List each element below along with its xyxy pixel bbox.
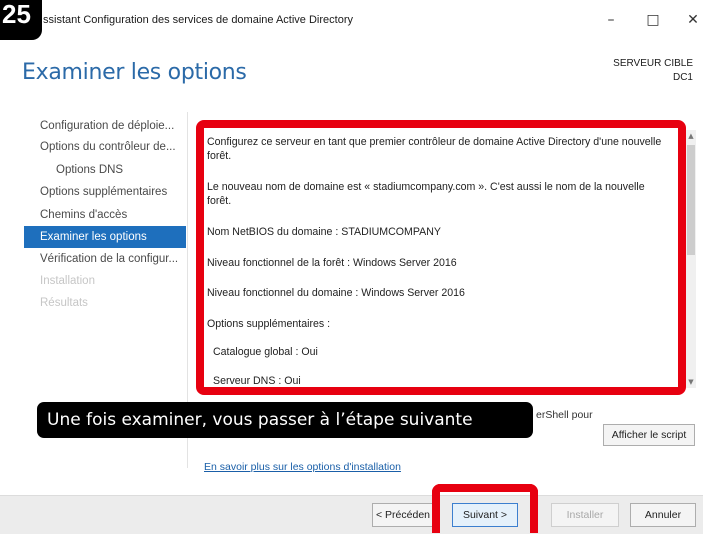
review-line-global-catalog: Catalogue global : Oui [213,346,318,358]
more-info-link[interactable]: En savoir plus sur les options d'install… [204,461,401,473]
sidebar-item-dns-options[interactable]: Options DNS [56,159,186,181]
sidebar-item-additional-options[interactable]: Options supplémentaires [40,181,186,203]
sidebar-item-paths[interactable]: Chemins d'accès [40,204,186,226]
target-server-name: DC1 [672,72,693,83]
sidebar-item-deployment-config[interactable]: Configuration de déploie... [40,115,186,137]
maximize-button[interactable]: □ [637,8,669,32]
review-line-domain-level: Niveau fonctionnel du domaine : Windows … [207,287,465,299]
sidebar-item-dc-options[interactable]: Options du contrôleur de... [40,136,186,158]
install-button: Installer [551,503,619,527]
target-server-label: SERVEUR CIBLE [613,58,693,69]
review-line-dns-server: Serveur DNS : Oui [213,375,301,387]
powershell-description: erShell pour [536,409,593,421]
review-line-additional-options: Options supplémentaires : [207,318,331,330]
review-line-new-forest: Configurez ce serveur en tant que premie… [207,136,662,162]
tutorial-caption: Une fois examiner, vous passer à l’étape… [37,402,533,438]
sidebar-item-review-options[interactable]: Examiner les options [24,226,186,248]
page-title: Examiner les options [22,60,247,85]
minimize-button[interactable]: – [595,8,627,32]
scroll-up-icon[interactable]: ▲ [686,130,696,142]
cancel-button[interactable]: Annuler [630,503,696,527]
target-server: SERVEUR CIBLE DC1 [613,57,693,85]
step-number-badge: 25 [0,0,42,40]
scroll-down-icon[interactable]: ▼ [686,376,696,388]
previous-button[interactable]: < Précéden [372,503,434,527]
review-line-netbios: Nom NetBIOS du domaine : STADIUMCOMPANY [207,226,441,238]
review-line-forest-level: Niveau fonctionnel de la forêt : Windows… [207,257,457,269]
close-button[interactable]: ✕ [677,8,703,32]
sidebar-item-installation: Installation [40,275,95,287]
review-line-domain-name: Le nouveau nom de domaine est « stadiumc… [207,181,645,207]
sidebar-item-results: Résultats [40,297,88,309]
window-title: ssistant Configuration des services de d… [43,14,353,26]
sidebar-item-prerequisites-check[interactable]: Vérification de la configur... [40,248,186,270]
view-script-button[interactable]: Afficher le script [603,424,695,446]
review-scrollbar-thumb[interactable] [687,145,695,255]
next-button-highlight [432,484,538,533]
